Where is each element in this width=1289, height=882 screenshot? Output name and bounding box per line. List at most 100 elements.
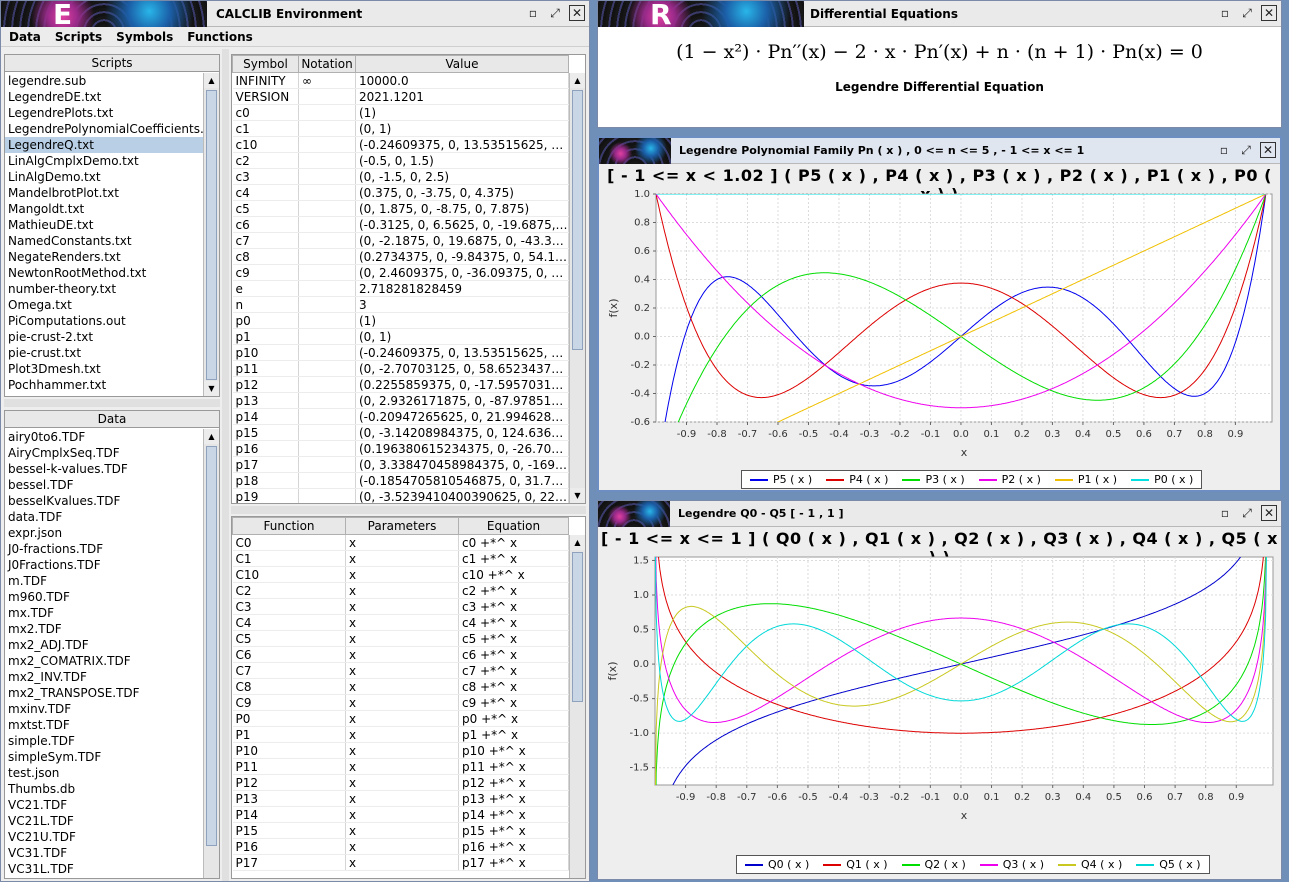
list-item[interactable]: mxtst.TDF — [5, 717, 203, 733]
vertical-splitter[interactable] — [222, 49, 229, 881]
table-row[interactable]: C6 x c6 +*^ x — [232, 646, 569, 663]
list-item[interactable]: bessel-k-values.TDF — [5, 461, 203, 477]
list-item[interactable]: pie-crust-2.txt — [5, 329, 203, 345]
functions-col-parameters[interactable]: Parameters — [345, 517, 459, 535]
list-item[interactable]: mx2_TRANSPOSE.TDF — [5, 685, 203, 701]
table-row[interactable]: p16 (0.196380615234375, 0, -26.707763... — [232, 440, 569, 457]
scroll-up-icon[interactable]: ▲ — [570, 73, 585, 88]
pn-title-bar[interactable]: Legendre Polynomial Family Pn ( x ) , 0 … — [599, 138, 1280, 164]
table-row[interactable]: n3 — [232, 296, 569, 313]
maximize-icon[interactable]: ⤢ — [1239, 505, 1255, 521]
table-row[interactable]: C9 x c9 +*^ x — [232, 694, 569, 711]
table-row[interactable]: c9 (0, 2.4609375, 0, -36.09375, 0, 140.7.… — [232, 264, 569, 281]
table-row[interactable]: C2 x c2 +*^ x — [232, 582, 569, 599]
table-row[interactable]: P14 x p14 +*^ x — [232, 806, 569, 823]
list-item[interactable]: MandelbrotPlot.txt — [5, 185, 203, 201]
symbols-scroll-thumb[interactable] — [572, 90, 583, 350]
list-item[interactable]: mx.TDF — [5, 605, 203, 621]
table-row[interactable]: P15 x p15 +*^ x — [232, 822, 569, 839]
table-row[interactable]: c8 (0.2734375, 0, -9.84375, 0, 54.14062..… — [232, 248, 569, 265]
table-row[interactable]: c3 (0, -1.5, 0, 2.5) — [232, 168, 569, 185]
table-row[interactable]: C4 x c4 +*^ x — [232, 614, 569, 631]
table-row[interactable]: p10 (-0.24609375, 0, 13.53515625, 0, -11.… — [232, 344, 569, 361]
table-row[interactable]: C3 x c3 +*^ x — [232, 598, 569, 615]
list-item[interactable]: NamedConstants.txt — [5, 233, 203, 249]
scroll-down-icon[interactable]: ▼ — [204, 381, 219, 396]
table-row[interactable]: c6 (-0.3125, 0, 6.5625, 0, -19.6875, 0, 1… — [232, 216, 569, 233]
list-item[interactable]: number-theory.txt — [5, 281, 203, 297]
minimize-icon[interactable]: ▫ — [525, 5, 541, 21]
table-row[interactable]: p1 (0, 1) — [232, 328, 569, 345]
list-item[interactable]: VC21.TDF — [5, 797, 203, 813]
list-item[interactable]: mx2.TDF — [5, 621, 203, 637]
list-item[interactable]: LinAlgDemo.txt — [5, 169, 203, 185]
table-row[interactable]: C0 x c0 +*^ x — [232, 534, 569, 551]
list-item[interactable]: Thumbs.db — [5, 781, 203, 797]
table-row[interactable]: C1 x c1 +*^ x — [232, 550, 569, 567]
table-row[interactable]: c0 (1) — [232, 104, 569, 121]
functions-col-function[interactable]: Function — [232, 517, 346, 535]
close-icon[interactable]: ✕ — [1261, 5, 1277, 21]
table-row[interactable]: P16 x p16 +*^ x — [232, 838, 569, 855]
list-item[interactable]: VC31.TDF — [5, 845, 203, 861]
table-row[interactable]: p17 (0, 3.338470458984375, 0, -169.149... — [232, 456, 569, 473]
list-item[interactable]: J0-fractions.TDF — [5, 541, 203, 557]
menu-symbols[interactable]: Symbols — [116, 30, 173, 44]
list-item[interactable]: expr.json — [5, 525, 203, 541]
symbols-col-notation[interactable]: Notation — [298, 55, 356, 73]
list-item[interactable]: test.json — [5, 765, 203, 781]
scripts-data-splitter[interactable] — [4, 399, 220, 407]
table-row[interactable]: c2 (-0.5, 0, 1.5) — [232, 152, 569, 169]
maximize-icon[interactable]: ⤢ — [1238, 142, 1254, 158]
list-item[interactable]: AiryCmplxSeq.TDF — [5, 445, 203, 461]
symbols-scrollbar[interactable]: ▲ ▼ — [569, 73, 585, 503]
list-item[interactable]: LegendreDE.txt — [5, 89, 203, 105]
table-row[interactable]: c4 (0.375, 0, -3.75, 0, 4.375) — [232, 184, 569, 201]
list-item[interactable]: MathieuDE.txt — [5, 217, 203, 233]
scripts-scrollbar[interactable]: ▲ ▼ — [203, 73, 219, 396]
list-item[interactable]: bessel.TDF — [5, 477, 203, 493]
table-row[interactable]: p18 (-0.1854705810546875, 0, 31.71546... — [232, 472, 569, 489]
table-row[interactable]: p14 (-0.20947265625, 0, 21.9946289062... — [232, 408, 569, 425]
table-row[interactable]: p12 (0.2255859375, 0, -17.595703125, 0,..… — [232, 376, 569, 393]
list-item[interactable]: simple.TDF — [5, 733, 203, 749]
table-row[interactable]: C10 x c10 +*^ x — [232, 566, 569, 583]
functions-scroll-thumb[interactable] — [572, 552, 583, 702]
list-item[interactable]: PiComputations.out — [5, 313, 203, 329]
functions-col-equation[interactable]: Equation — [458, 517, 569, 535]
table-row[interactable]: C8 x c8 +*^ x — [232, 678, 569, 695]
scroll-up-icon[interactable]: ▲ — [570, 535, 585, 550]
table-row[interactable]: c7 (0, -2.1875, 0, 19.6875, 0, -43.3125, … — [232, 232, 569, 249]
list-item[interactable]: mx2_INV.TDF — [5, 669, 203, 685]
list-item[interactable]: LegendrePlots.txt — [5, 105, 203, 121]
table-row[interactable]: e 2.718281828459 — [232, 280, 569, 297]
table-row[interactable]: p15 (0, -3.14208984375, 0, 124.6362304... — [232, 424, 569, 441]
symbols-col-symbol[interactable]: Symbol — [232, 55, 299, 73]
scripts-scroll-thumb[interactable] — [206, 90, 217, 380]
maximize-icon[interactable]: ⤢ — [547, 5, 563, 21]
table-row[interactable]: C7 x c7 +*^ x — [232, 662, 569, 679]
table-row[interactable]: p0 (1) — [232, 312, 569, 329]
table-row[interactable]: p11 (0, -2.70703125, 0, 58.65234375, 0, .… — [232, 360, 569, 377]
table-row[interactable]: c5 (0, 1.875, 0, -8.75, 0, 7.875) — [232, 200, 569, 217]
calclib-title-bar[interactable]: E CALCLIB Environment ▫ ⤢ ✕ — [1, 1, 589, 31]
menu-scripts[interactable]: Scripts — [55, 30, 102, 44]
list-item[interactable]: Plot3Dmesh.txt — [5, 361, 203, 377]
minimize-icon[interactable]: ▫ — [1217, 5, 1233, 21]
table-row[interactable]: C5 x c5 +*^ x — [232, 630, 569, 647]
list-item[interactable]: simpleSym.TDF — [5, 749, 203, 765]
table-row[interactable]: P13 x p13 +*^ x — [232, 790, 569, 807]
functions-scrollbar[interactable]: ▲ — [569, 535, 585, 878]
scroll-down-icon[interactable]: ▼ — [570, 488, 585, 503]
table-row[interactable]: p13 (0, 2.9326171875, 0, -87.978515625, .… — [232, 392, 569, 409]
list-item[interactable]: legendre.sub — [5, 73, 203, 89]
menu-data[interactable]: Data — [9, 30, 41, 44]
table-row[interactable]: P10 x p10 +*^ x — [232, 742, 569, 759]
list-item[interactable]: airy0to6.TDF — [5, 429, 203, 445]
table-row[interactable]: P17 x p17 +*^ x — [232, 854, 569, 871]
table-row[interactable]: P11 x p11 +*^ x — [232, 758, 569, 775]
list-item[interactable]: Mangoldt.txt — [5, 201, 203, 217]
table-row[interactable]: P0 x p0 +*^ x — [232, 710, 569, 727]
list-item[interactable]: LinAlgCmplxDemo.txt — [5, 153, 203, 169]
list-item[interactable]: VC31L.TDF — [5, 861, 203, 877]
